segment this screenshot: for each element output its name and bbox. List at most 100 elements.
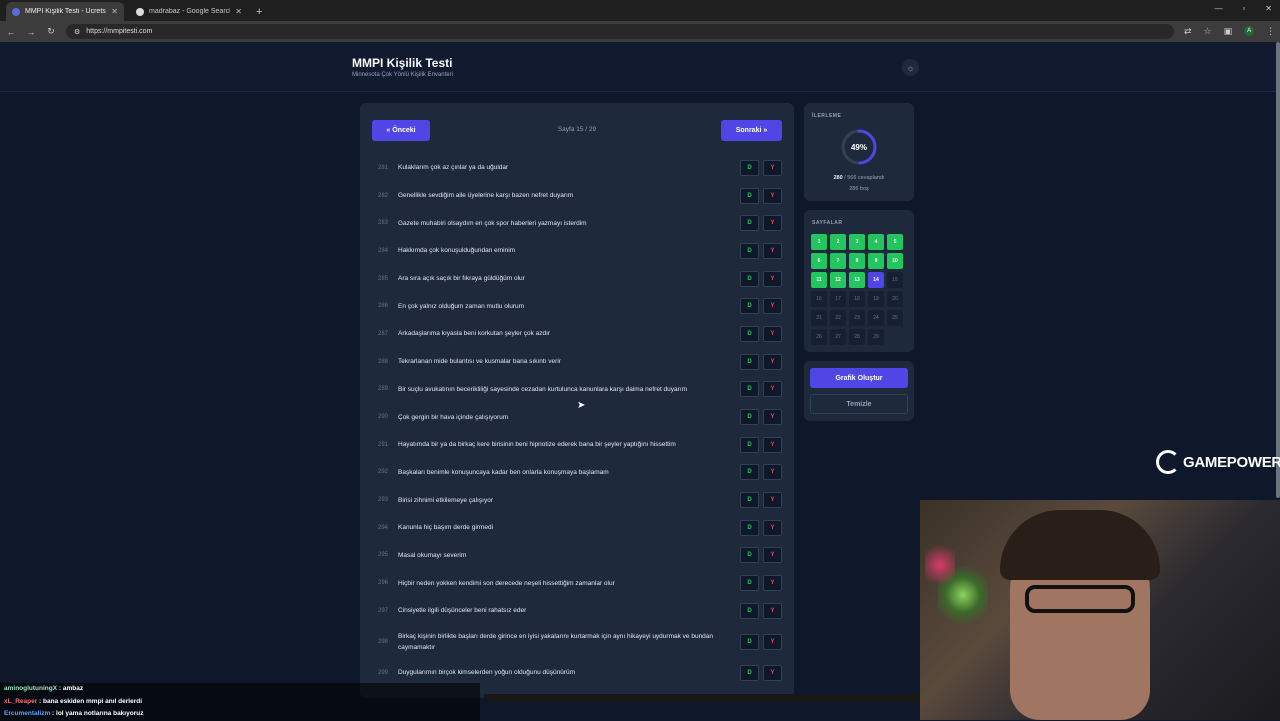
page-button[interactable]: 23	[849, 310, 865, 326]
answer-false-button[interactable]: Y	[763, 492, 782, 509]
page-button[interactable]: 6	[811, 253, 827, 269]
extensions-icon[interactable]: ▣	[1224, 26, 1233, 37]
minimize-icon[interactable]: —	[1214, 4, 1222, 13]
answer-false-button[interactable]: Y	[763, 242, 782, 259]
maximize-icon[interactable]: ▫	[1242, 4, 1245, 13]
answer-false-button[interactable]: Y	[763, 664, 782, 681]
create-chart-button[interactable]: Grafik Oluştur	[810, 368, 908, 388]
answer-true-button[interactable]: D	[740, 381, 759, 398]
page-scrollbar[interactable]	[1276, 42, 1280, 498]
page-button[interactable]: 15	[887, 272, 903, 288]
answer-true-button[interactable]: D	[740, 575, 759, 592]
page-button[interactable]: 5	[887, 234, 903, 250]
answer-false-button[interactable]: Y	[763, 409, 782, 426]
page-button[interactable]: 26	[811, 329, 827, 345]
answer-false-button[interactable]: Y	[763, 633, 782, 650]
answer-false-button[interactable]: Y	[763, 159, 782, 176]
answer-true-button[interactable]: D	[740, 325, 759, 342]
bookmark-star-icon[interactable]: ☆	[1204, 26, 1212, 37]
page-button[interactable]: 9	[868, 253, 884, 269]
question-number: 296	[378, 580, 389, 587]
answer-true-button[interactable]: D	[740, 664, 759, 681]
page-button[interactable]: 8	[849, 253, 865, 269]
answer-true-button[interactable]: D	[740, 353, 759, 370]
new-tab-icon[interactable]: +	[256, 6, 262, 18]
answer-true-button[interactable]: D	[740, 492, 759, 509]
browser-menu-icon[interactable]: ⋮	[1266, 26, 1275, 37]
page-button[interactable]: 7	[830, 253, 846, 269]
theme-toggle-sun-icon[interactable]: ☼	[902, 59, 919, 76]
site-info-icon[interactable]: ⚙	[74, 28, 80, 36]
browser-tab-strip: MMPI Kişilik Testi - Ücretsiz Or ✕ madra…	[0, 0, 1280, 21]
forward-icon[interactable]: →	[22, 27, 40, 37]
answer-true-button[interactable]: D	[740, 547, 759, 564]
answer-true-button[interactable]: D	[740, 633, 759, 650]
answer-true-button[interactable]: D	[740, 298, 759, 315]
close-tab-icon[interactable]: ✕	[111, 7, 118, 16]
answer-true-button[interactable]: D	[740, 464, 759, 481]
page-button[interactable]: 3	[849, 234, 865, 250]
answer-true-button[interactable]: D	[740, 409, 759, 426]
answer-false-button[interactable]: Y	[763, 602, 782, 619]
page-button[interactable]: 24	[868, 310, 884, 326]
next-page-button[interactable]: Sonraki »	[721, 120, 782, 141]
page-button[interactable]: 29	[868, 329, 884, 345]
back-icon[interactable]: ←	[2, 27, 20, 37]
page-button[interactable]: 12	[830, 272, 846, 288]
page-button[interactable]: 2	[830, 234, 846, 250]
reload-icon[interactable]: ↻	[42, 26, 60, 37]
answer-true-button[interactable]: D	[740, 519, 759, 536]
answer-false-button[interactable]: Y	[763, 325, 782, 342]
answer-false-button[interactable]: Y	[763, 547, 782, 564]
answer-false-button[interactable]: Y	[763, 436, 782, 453]
page-button[interactable]: 4	[868, 234, 884, 250]
answer-true-button[interactable]: D	[740, 602, 759, 619]
answer-buttons: DY	[740, 353, 782, 370]
page-button[interactable]: 16	[811, 291, 827, 307]
question-row: 298 Birkaç kişinin birlikte başları derde…	[372, 625, 782, 659]
answer-buttons: DY	[740, 464, 782, 481]
question-row: 285 Ara sıra açık saçık bir fıkraya güldü…	[372, 265, 782, 293]
answer-true-button[interactable]: D	[740, 436, 759, 453]
page-button[interactable]: 22	[830, 310, 846, 326]
glasses	[1025, 585, 1135, 613]
answer-true-button[interactable]: D	[740, 242, 759, 259]
answer-false-button[interactable]: Y	[763, 353, 782, 370]
answer-true-button[interactable]: D	[740, 215, 759, 232]
page-button[interactable]: 19	[868, 291, 884, 307]
answer-true-button[interactable]: D	[740, 270, 759, 287]
page-button[interactable]: 18	[849, 291, 865, 307]
page-button[interactable]: 11	[811, 272, 827, 288]
page-button[interactable]: 21	[811, 310, 827, 326]
progress-ring: 49%	[840, 128, 878, 166]
clear-button[interactable]: Temizle	[810, 394, 908, 414]
profile-avatar[interactable]: A	[1244, 26, 1255, 36]
answer-true-button[interactable]: D	[740, 159, 759, 176]
answer-false-button[interactable]: Y	[763, 575, 782, 592]
address-bar[interactable]: ⚙ https://mmpitesti.com	[66, 24, 1174, 39]
answer-false-button[interactable]: Y	[763, 270, 782, 287]
answer-false-button[interactable]: Y	[763, 519, 782, 536]
answer-false-button[interactable]: Y	[763, 215, 782, 232]
page-button[interactable]: 14	[868, 272, 884, 288]
answer-false-button[interactable]: Y	[763, 187, 782, 204]
close-tab-icon[interactable]: ✕	[235, 7, 242, 16]
page-button[interactable]: 13	[849, 272, 865, 288]
answer-false-button[interactable]: Y	[763, 464, 782, 481]
browser-tab[interactable]: madrabaz - Google Search ✕	[130, 2, 248, 21]
answer-false-button[interactable]: Y	[763, 298, 782, 315]
page-button[interactable]: 25	[887, 310, 903, 326]
answer-false-button[interactable]: Y	[763, 381, 782, 398]
page-button[interactable]: 28	[849, 329, 865, 345]
page-button[interactable]: 10	[887, 253, 903, 269]
window-close-icon[interactable]: ✕	[1265, 4, 1272, 13]
previous-page-button[interactable]: « Önceki	[372, 120, 430, 141]
browser-tab[interactable]: MMPI Kişilik Testi - Ücretsiz Or ✕	[6, 2, 124, 21]
page-button[interactable]: 1	[811, 234, 827, 250]
answer-true-button[interactable]: D	[740, 187, 759, 204]
translate-icon[interactable]: ⇄	[1184, 26, 1192, 37]
page-button[interactable]: 20	[887, 291, 903, 307]
answer-buttons: DY	[740, 664, 782, 681]
page-button[interactable]: 27	[830, 329, 846, 345]
page-button[interactable]: 17	[830, 291, 846, 307]
